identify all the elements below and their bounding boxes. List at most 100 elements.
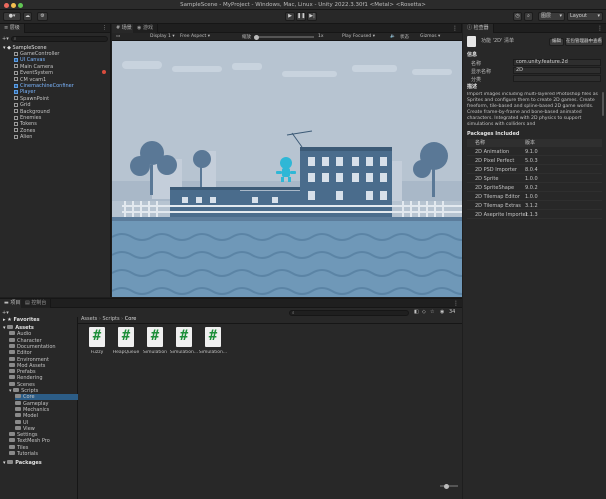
folder-item[interactable]: Rendering bbox=[9, 375, 78, 381]
hierarchy-item-label: CinemachineConfiner bbox=[20, 83, 74, 89]
more-options-icon[interactable]: ⋮ bbox=[453, 300, 459, 307]
script-asset[interactable]: # Simulation... bbox=[170, 327, 198, 357]
layout-label: Layout bbox=[570, 13, 587, 19]
folder-item[interactable]: ▾ Assets bbox=[3, 325, 78, 331]
hierarchy-item[interactable]: SpawnPoint bbox=[14, 96, 49, 102]
scale-slider-handle[interactable] bbox=[254, 34, 259, 40]
folder-item[interactable]: TextMesh Pro bbox=[9, 438, 78, 444]
search-icon: ⌕ bbox=[13, 36, 17, 42]
game-mode-icon[interactable]: ▭ bbox=[116, 34, 120, 39]
cloud-button[interactable]: ☁ bbox=[23, 12, 32, 21]
package-row[interactable]: 2D Tilemap Editor 1.0.0 bbox=[467, 193, 602, 201]
breadcrumb-assets[interactable]: Assets bbox=[81, 316, 97, 322]
add-icon[interactable]: +▾ bbox=[2, 36, 9, 42]
gizmos-button[interactable]: Gizmos ▾ bbox=[420, 34, 440, 39]
hierarchy-item[interactable]: Alien bbox=[14, 134, 32, 140]
tab-inspector[interactable]: ⓘ 检查器 bbox=[463, 24, 494, 33]
stats-label: 状态 bbox=[400, 35, 409, 40]
folder-item[interactable]: Core bbox=[15, 394, 78, 401]
gameobject-cube-icon bbox=[14, 102, 18, 107]
mute-audio-icon[interactable]: 🔈 bbox=[390, 34, 396, 39]
folder-item[interactable]: Tiles bbox=[9, 444, 78, 451]
package-row[interactable]: 2D Tilemap Extras 3.1.2 bbox=[467, 202, 602, 210]
breadcrumb-core[interactable]: Core bbox=[125, 316, 137, 322]
hierarchy-item[interactable]: Enemies bbox=[14, 115, 41, 121]
package-row[interactable]: 2D Pixel Perfect 5.0.3 bbox=[467, 157, 602, 165]
hierarchy-item[interactable]: Grid bbox=[14, 102, 31, 108]
icon-size-slider-handle[interactable] bbox=[444, 483, 449, 489]
description-scrollbar[interactable] bbox=[602, 92, 604, 116]
more-options-icon[interactable]: ⋮ bbox=[452, 25, 458, 32]
aspect-dropdown[interactable]: Free Aspect ▾ bbox=[180, 34, 210, 39]
add-icon[interactable]: +▾ bbox=[2, 310, 9, 316]
stats-button[interactable]: 状态 bbox=[400, 34, 409, 40]
folder-icon bbox=[9, 375, 15, 380]
hierarchy-item[interactable]: Main Camera bbox=[14, 64, 53, 70]
folder-icon bbox=[9, 362, 15, 367]
hierarchy-item[interactable]: CM vcam1 bbox=[14, 77, 46, 83]
tab-game[interactable]: ◉ 游戏 bbox=[133, 24, 158, 33]
folder-item[interactable]: Documentation bbox=[9, 343, 78, 350]
folder-item[interactable]: ▾ Packages bbox=[3, 460, 78, 466]
account-button[interactable]: ●▾ bbox=[3, 12, 21, 21]
hierarchy-item[interactable]: Zones bbox=[14, 128, 35, 134]
folder-item[interactable]: Editor bbox=[9, 350, 78, 356]
breadcrumb-scripts[interactable]: Scripts bbox=[102, 316, 119, 322]
more-options-icon[interactable]: ⋮ bbox=[102, 25, 107, 31]
settings-button[interactable]: ⚙ bbox=[37, 12, 48, 21]
folder-item[interactable]: Gameplay bbox=[15, 400, 78, 407]
package-row[interactable]: 2D SpriteShape 9.0.2 bbox=[467, 184, 602, 192]
search-button[interactable]: ⌕ bbox=[524, 12, 533, 21]
packages-section-title: Packages Included bbox=[467, 131, 520, 137]
edit-button[interactable]: 编辑 bbox=[549, 38, 564, 46]
tab-hierarchy[interactable]: ≡ 层级 bbox=[0, 24, 25, 33]
open-package-manager-button[interactable]: 在包管理器中查看 bbox=[565, 38, 603, 46]
play-mode-dropdown[interactable]: Play Focused ▾ bbox=[342, 34, 375, 39]
folder-item[interactable]: Environment bbox=[9, 356, 78, 363]
more-options-icon[interactable]: ⋮ bbox=[597, 25, 603, 32]
hierarchy-item[interactable]: CinemachineConfiner bbox=[14, 83, 74, 89]
play-button[interactable]: ▶ bbox=[285, 12, 295, 21]
hierarchy-item[interactable]: Tokens bbox=[14, 121, 37, 127]
icon-size-slider[interactable] bbox=[440, 483, 458, 489]
step-button[interactable]: ▶| bbox=[307, 12, 317, 21]
gameobject-cube-icon bbox=[14, 109, 18, 114]
script-asset[interactable]: # Simulation... bbox=[199, 327, 227, 357]
script-asset[interactable]: # HeapQueue bbox=[113, 327, 139, 357]
script-asset[interactable]: # Fuzzy bbox=[86, 327, 108, 357]
folder-item[interactable]: ▾ Scripts bbox=[9, 388, 78, 394]
game-viewport[interactable] bbox=[112, 41, 462, 297]
script-asset[interactable]: # Simulation bbox=[143, 327, 167, 357]
package-row[interactable]: 2D Animation 9.1.0 bbox=[467, 148, 602, 156]
history-button[interactable]: ◷ bbox=[513, 12, 522, 21]
folder-item[interactable]: Character bbox=[9, 337, 78, 344]
folder-item[interactable]: Settings bbox=[9, 432, 78, 438]
favorites-item[interactable]: ▸ ★ Favorites bbox=[3, 317, 40, 323]
package-row[interactable]: 2D PSD Importer 8.0.4 bbox=[467, 166, 602, 174]
display-dropdown[interactable]: Display 1 ▾ bbox=[150, 34, 175, 39]
layers-dropdown[interactable]: 图层 ▾ bbox=[538, 12, 565, 21]
folder-item[interactable]: Mod Assets bbox=[9, 362, 78, 369]
hierarchy-item[interactable]: EventSystem bbox=[14, 70, 53, 76]
folder-item[interactable]: Scenes bbox=[9, 381, 78, 388]
tab-console[interactable]: ▤ 控制台 bbox=[21, 299, 52, 308]
folder-item[interactable]: UI bbox=[15, 419, 78, 426]
pause-button[interactable]: ❚❚ bbox=[296, 12, 306, 21]
scale-slider[interactable] bbox=[254, 34, 314, 40]
ground-edge bbox=[112, 217, 462, 221]
folder-item[interactable]: Prefabs bbox=[9, 369, 78, 375]
hierarchy-item[interactable]: GameController bbox=[14, 51, 59, 57]
hierarchy-item[interactable]: UI Canvas bbox=[14, 57, 45, 63]
asset-label: HeapQueue bbox=[112, 350, 140, 355]
folder-item[interactable]: Mechanics bbox=[15, 406, 78, 413]
layout-dropdown[interactable]: Layout ▾ bbox=[567, 12, 603, 21]
folder-item[interactable]: View bbox=[15, 425, 78, 432]
folder-item[interactable]: Model bbox=[15, 413, 78, 419]
package-row[interactable]: 2D Aseprite Importer 1.1.3 bbox=[467, 211, 602, 219]
package-row[interactable]: 2D Sprite 1.0.0 bbox=[467, 175, 602, 183]
hierarchy-item[interactable]: Player bbox=[14, 89, 36, 95]
hierarchy-item[interactable]: Background bbox=[14, 109, 50, 115]
folder-item[interactable]: Tutorials bbox=[9, 451, 78, 457]
folder-item[interactable]: Audio bbox=[9, 331, 78, 337]
hierarchy-search-input[interactable]: ⌕ bbox=[10, 35, 108, 42]
